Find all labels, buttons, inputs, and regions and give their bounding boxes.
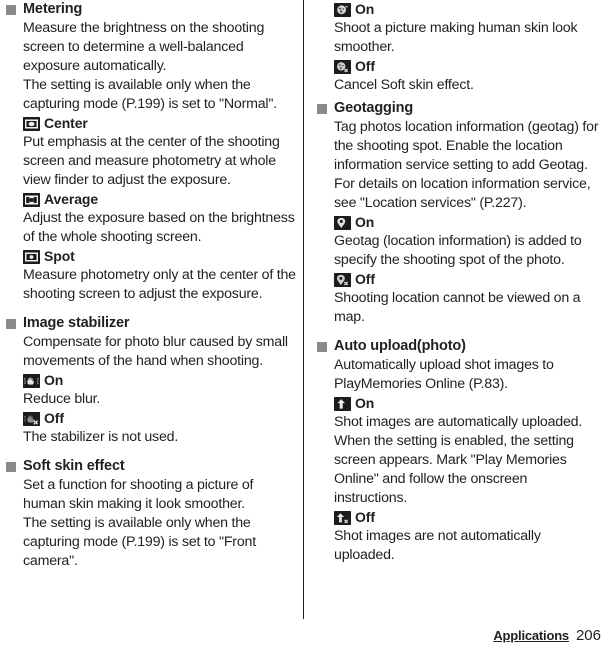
section-body: Automatically upload shot images to Play… [334,356,601,565]
option-label: On [355,214,375,230]
option-description: Geotag (location information) is added t… [334,233,582,268]
section-heading: Auto upload(photo) [317,337,601,356]
option-row: On [334,213,601,232]
option-row: Spot [23,247,297,266]
metering-center-icon [23,116,40,131]
section-heading: Image stabilizer [6,314,297,333]
paragraph: Automatically upload shot images to Play… [334,357,554,392]
option-row: Off [334,508,601,527]
option-label: On [355,395,375,411]
metering-spot-icon [23,249,40,264]
left-column: Metering Measure the brightness on the s… [0,0,303,648]
footer-chapter-label: Applications [493,628,569,643]
soft-skin-options: On Shoot a picture making human skin loo… [334,0,601,95]
paragraph: Measure the brightness on the shooting s… [23,20,265,74]
section-title: Geotagging [334,100,414,116]
geotag-on-icon [334,215,351,230]
option-label: On [355,1,375,17]
option-row: Center [23,114,297,133]
section-bullet-icon [6,319,16,329]
upload-off-icon [334,510,351,525]
option-label: Off [44,410,64,426]
option-description: Measure photometry only at the center of… [23,267,296,302]
option-description: Shoot a picture making human skin look s… [334,20,578,55]
section-geotagging: Geotagging Tag photos location informati… [317,99,601,327]
option-description: Reduce blur. [23,391,101,407]
metering-average-icon [23,192,40,207]
option-label: Off [355,58,375,74]
option-label: Center [44,115,88,131]
option-row: Average [23,190,297,209]
stabilizer-off-icon [23,411,40,426]
option-label: Spot [44,248,75,264]
section-metering: Metering Measure the brightness on the s… [6,0,297,304]
geotag-off-icon [334,272,351,287]
section-auto-upload-photo: Auto upload(photo) Automatically upload … [317,337,601,565]
section-bullet-icon [6,462,16,472]
option-label: Off [355,509,375,525]
option-description: Shot images are automatically uploaded. … [334,414,583,506]
stabilizer-on-icon [23,373,40,388]
paragraph: The setting is available only when the c… [23,515,256,569]
section-heading: Soft skin effect [6,457,297,476]
option-row: On [334,0,601,19]
section-body: Set a function for shooting a picture of… [23,476,297,571]
section-heading: Geotagging [317,99,601,118]
option-description: Shooting location cannot be viewed on a … [334,290,581,325]
section-soft-skin-effect: Soft skin effect Set a function for shoo… [6,457,297,571]
right-column: On Shoot a picture making human skin loo… [303,0,607,648]
option-label: Average [44,191,99,207]
option-row: On [23,371,297,390]
section-title: Auto upload(photo) [334,338,466,354]
option-description: Shot images are not automatically upload… [334,528,541,563]
option-row: Off [334,57,601,76]
option-row: Off [23,409,297,428]
section-title: Soft skin effect [23,458,125,474]
section-image-stabilizer: Image stabilizer Compensate for photo bl… [6,314,297,447]
soft-skin-off-icon [334,59,351,74]
page-footer: Applications 206 [493,627,601,644]
footer-page-number: 206 [575,627,601,644]
option-row: Off [334,270,601,289]
option-description: Cancel Soft skin effect. [334,77,474,93]
option-description: Put emphasis at the center of the shooti… [23,134,280,188]
paragraph: Compensate for photo blur caused by smal… [23,334,288,369]
section-bullet-icon [6,5,16,15]
option-label: Off [355,271,375,287]
section-body: Compensate for photo blur caused by smal… [23,333,297,447]
paragraph: Set a function for shooting a picture of… [23,477,254,512]
section-bullet-icon [317,104,327,114]
manual-page: Metering Measure the brightness on the s… [0,0,607,648]
section-title: Image stabilizer [23,315,130,331]
option-description: Adjust the exposure based on the brightn… [23,210,295,245]
upload-on-icon [334,396,351,411]
option-label: On [44,372,64,388]
section-heading: Metering [6,0,297,19]
section-bullet-icon [317,342,327,352]
paragraph: The setting is available only when the c… [23,77,277,112]
section-title: Metering [23,1,83,17]
option-description: The stabilizer is not used. [23,429,179,445]
soft-skin-on-icon [334,2,351,17]
section-body: Measure the brightness on the shooting s… [23,19,297,304]
section-body: Tag photos location information (geotag)… [334,118,601,327]
column-divider [303,0,304,619]
paragraph: Tag photos location information (geotag)… [334,119,599,211]
option-row: On [334,394,601,413]
